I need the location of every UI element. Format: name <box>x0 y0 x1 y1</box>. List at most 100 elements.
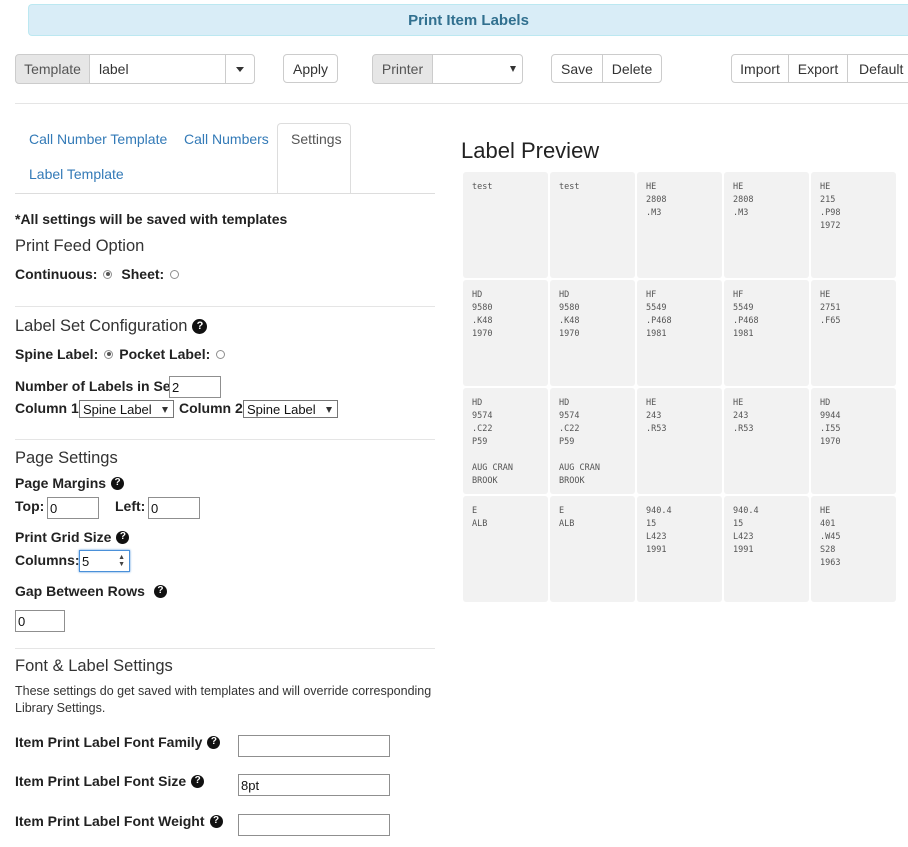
font-family-input[interactable] <box>238 735 390 757</box>
label-preview-cell: 940.4 15 L423 1991 <box>637 496 722 602</box>
gap-rows-row: Gap Between Rows ? <box>15 583 167 599</box>
label-preview-cell: HE 215 .P98 1972 <box>811 172 896 278</box>
column2-select-value: Spine Label <box>247 401 316 417</box>
template-addon-label: Template <box>15 54 90 84</box>
import-button[interactable]: Import <box>731 54 789 83</box>
spine-label-label: Spine Label: <box>15 346 99 362</box>
page-settings-heading: Page Settings <box>15 449 118 467</box>
chevron-down-icon <box>510 66 516 72</box>
template-select[interactable]: label <box>89 54 226 84</box>
page-title: Print Item Labels <box>28 4 908 36</box>
font-weight-input[interactable] <box>238 814 390 836</box>
font-family-label: Item Print Label Font Family <box>15 734 203 750</box>
section-divider <box>15 306 435 307</box>
toolbar-divider <box>15 103 908 104</box>
chevron-down-icon <box>162 407 168 413</box>
font-size-input[interactable]: 8pt <box>238 774 390 796</box>
stepper-arrows-icon[interactable]: ▲ ▼ <box>118 554 125 568</box>
num-labels-input[interactable]: 2 <box>169 376 221 398</box>
label-preview-cell: 940.4 15 L423 1991 <box>724 496 809 602</box>
font-family-row: Item Print Label Font Family ? <box>15 734 221 750</box>
column2-select[interactable]: Spine Label <box>243 400 338 418</box>
continuous-radio[interactable] <box>103 269 113 279</box>
label-preview-cell: HE 2751 .F65 <box>811 280 896 386</box>
label-preview-cell: HE 2808 .M3 <box>724 172 809 278</box>
save-button[interactable]: Save <box>551 54 603 83</box>
help-icon[interactable]: ? <box>111 476 125 490</box>
spine-label-radio[interactable] <box>104 349 114 359</box>
sheet-radio[interactable] <box>170 269 180 279</box>
tab-call-numbers[interactable]: Call Numbers <box>184 131 269 147</box>
default-button[interactable]: Default <box>847 54 908 83</box>
continuous-label: Continuous: <box>15 266 98 282</box>
left-margin-label: Left: <box>115 498 146 514</box>
num-labels-value: 2 <box>172 379 180 395</box>
column1-select-value: Spine Label <box>83 401 152 417</box>
label-preview-cell: HD 9580 .K48 1970 <box>463 280 548 386</box>
font-settings-description: These settings do get saved with templat… <box>15 684 432 715</box>
font-size-label: Item Print Label Font Size <box>15 773 187 789</box>
help-icon[interactable]: ? <box>207 735 221 749</box>
label-preview-cell: HD 9580 .K48 1970 <box>550 280 635 386</box>
font-weight-row: Item Print Label Font Weight ? <box>15 813 223 829</box>
label-set-heading: Label Set Configuration <box>15 317 188 335</box>
font-size-row: Item Print Label Font Size ? <box>15 773 205 789</box>
font-size-value: 8pt <box>241 777 260 793</box>
columns-value: 5 <box>82 553 90 569</box>
label-preview-cell: HE 2808 .M3 <box>637 172 722 278</box>
section-divider <box>15 439 435 440</box>
grid-size-label: Print Grid Size <box>15 529 112 545</box>
num-labels-label: Number of Labels in Set: <box>15 378 180 394</box>
help-icon[interactable]: ? <box>209 814 223 828</box>
chevron-down-icon <box>236 66 244 72</box>
font-settings-heading: Font & Label Settings <box>15 657 173 675</box>
label-type-options: Spine Label: Pocket Label: <box>15 346 226 362</box>
label-preview-cell: test <box>463 172 548 278</box>
help-icon[interactable]: ? <box>191 774 205 788</box>
tab-call-number-template[interactable]: Call Number Template <box>29 131 167 147</box>
gap-rows-input[interactable]: 0 <box>15 610 65 632</box>
grid-size-row: Print Grid Size ? <box>15 529 130 545</box>
export-button[interactable]: Export <box>788 54 848 83</box>
left-margin-value: 0 <box>151 500 159 516</box>
label-preview-cell: HE 243 .R53 <box>637 388 722 494</box>
label-preview-cell: HE 401 .W45 S28 1963 <box>811 496 896 602</box>
columns-label: Columns: <box>15 552 80 568</box>
pocket-label-label: Pocket Label: <box>119 346 211 362</box>
label-preview-cell: HF 5549 .P468 1981 <box>637 280 722 386</box>
printer-select[interactable] <box>432 54 523 84</box>
tab-label-template[interactable]: Label Template <box>29 166 124 182</box>
font-weight-label: Item Print Label Font Weight <box>15 813 205 829</box>
page-margins-label: Page Margins <box>15 475 107 491</box>
delete-button[interactable]: Delete <box>602 54 662 83</box>
help-icon[interactable]: ? <box>192 319 208 334</box>
gap-rows-label: Gap Between Rows <box>15 583 145 599</box>
gap-rows-value: 0 <box>18 613 26 629</box>
printer-addon-label: Printer <box>372 54 433 84</box>
left-margin-input[interactable]: 0 <box>148 497 200 519</box>
label-preview-cell: HD 9574 .C22 P59 AUG CRAN BROOK <box>463 388 548 494</box>
help-icon[interactable]: ? <box>153 584 167 598</box>
label-set-heading-row: Label Set Configuration ? <box>15 317 208 336</box>
label-preview-cell: HE 243 .R53 <box>724 388 809 494</box>
template-dropdown-button[interactable] <box>225 54 255 84</box>
label-preview-cell: test <box>550 172 635 278</box>
columns-stepper[interactable]: 5 ▲ ▼ <box>79 550 130 572</box>
help-icon[interactable]: ? <box>116 530 130 544</box>
top-margin-value: 0 <box>50 500 58 516</box>
column1-select[interactable]: Spine Label <box>79 400 174 418</box>
tab-settings[interactable]: Settings <box>291 131 342 147</box>
top-margin-input[interactable]: 0 <box>47 497 99 519</box>
label-preview-cell: HD 9944 .I55 1970 <box>811 388 896 494</box>
print-feed-options: Continuous: Sheet: <box>15 266 180 282</box>
chevron-down-icon <box>326 407 332 413</box>
column1-label: Column 1 <box>15 400 79 416</box>
label-preview-cell: E ALB <box>463 496 548 602</box>
apply-button[interactable]: Apply <box>283 54 338 83</box>
label-preview-cell: E ALB <box>550 496 635 602</box>
pocket-label-radio[interactable] <box>216 349 226 359</box>
label-preview-cell: HD 9574 .C22 P59 AUG CRAN BROOK <box>550 388 635 494</box>
top-margin-label: Top: <box>15 498 45 514</box>
page-margins-row: Page Margins ? <box>15 475 125 491</box>
label-preview-cell: HF 5549 .P468 1981 <box>724 280 809 386</box>
